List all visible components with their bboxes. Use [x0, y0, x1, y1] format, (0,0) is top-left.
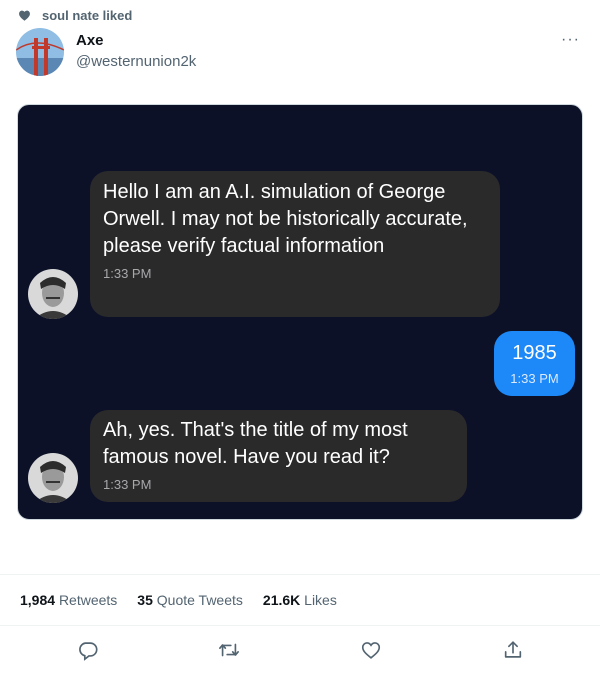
message-text-2: 1985 — [512, 342, 557, 364]
likes-label: Likes — [304, 592, 337, 608]
message-time-1: 1:33 PM — [103, 266, 152, 281]
reply-button[interactable] — [77, 639, 99, 661]
avatar[interactable] — [16, 28, 64, 76]
tweet-stats: 1,984 Retweets 35 Quote Tweets 21.6K Lik… — [0, 574, 600, 626]
message-bubble-3: Ah, yes. That's the title of my most fam… — [90, 410, 467, 502]
like-icon — [361, 642, 381, 659]
tweet-actions — [0, 636, 600, 666]
message-text-3: Ah, yes. That's the title of my most fam… — [103, 419, 408, 468]
message-time-3: 1:33 PM — [103, 477, 152, 492]
reply-icon — [79, 642, 98, 661]
retweets-stat[interactable]: 1,984 Retweets — [20, 592, 117, 608]
retweet-icon — [219, 643, 239, 657]
retweets-count: 1,984 — [20, 592, 56, 608]
message-text-1: Hello I am an A.I. simulation of George … — [103, 181, 468, 257]
message-bubble-2: 1985 1:33 PM — [494, 331, 575, 396]
like-button[interactable] — [360, 639, 382, 661]
quote-tweets-count: 35 — [137, 592, 153, 608]
retweets-label: Retweets — [58, 592, 118, 608]
author-name[interactable]: Axe — [76, 32, 104, 49]
social-context[interactable]: soul nate liked — [18, 8, 132, 23]
author-handle[interactable]: @westernunion2k — [76, 53, 196, 70]
retweet-button[interactable] — [218, 639, 240, 661]
orwell-avatar — [28, 453, 78, 503]
share-icon — [504, 641, 522, 658]
message-time-2: 1:33 PM — [510, 371, 559, 386]
social-context-text: soul nate liked — [42, 8, 133, 23]
quote-tweets-stat[interactable]: 35 Quote Tweets — [137, 592, 243, 608]
orwell-avatar — [28, 269, 78, 319]
quote-tweets-label: Quote Tweets — [156, 592, 243, 608]
tweet-media-image[interactable]: Hello I am an A.I. simulation of George … — [17, 104, 583, 520]
likes-count: 21.6K — [262, 592, 301, 608]
message-bubble-1: Hello I am an A.I. simulation of George … — [90, 171, 500, 317]
likes-stat[interactable]: 21.6K Likes — [263, 592, 337, 608]
more-options-button[interactable]: ··· — [561, 30, 580, 50]
share-button[interactable] — [502, 639, 524, 661]
heart-icon — [19, 10, 30, 21]
